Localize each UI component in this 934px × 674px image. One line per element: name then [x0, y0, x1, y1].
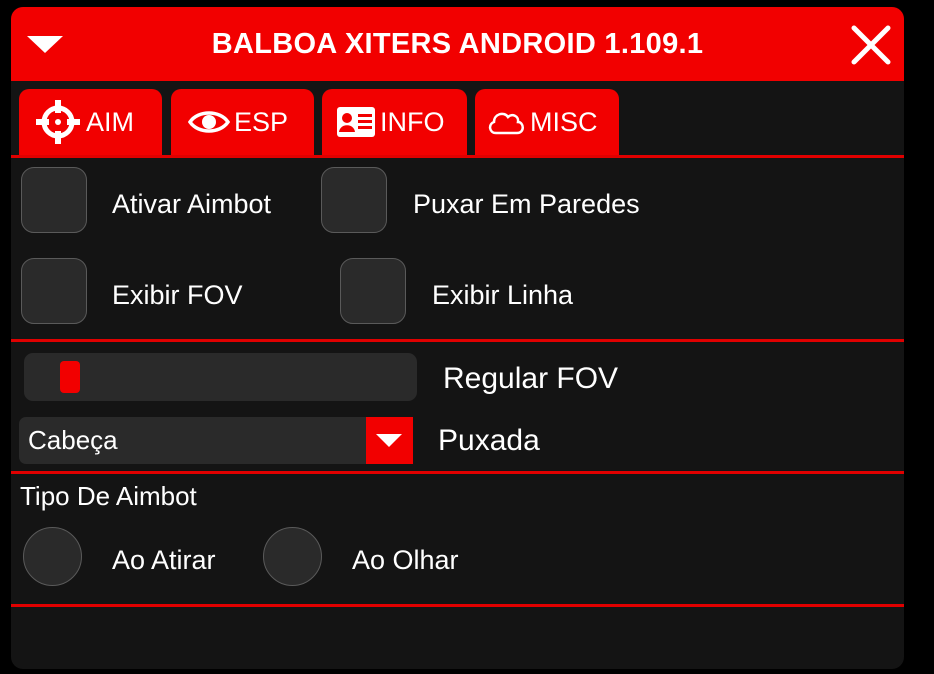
- tab-info[interactable]: INFO: [322, 89, 467, 155]
- title-bar: BALBOA XITERS ANDROID 1.109.1: [11, 7, 904, 81]
- show-fov-checkbox[interactable]: [21, 258, 87, 324]
- fov-slider[interactable]: [24, 353, 417, 401]
- tab-esp[interactable]: ESP: [171, 89, 314, 155]
- target-dropdown-label: Puxada: [438, 424, 540, 457]
- on-look-radio[interactable]: [263, 527, 322, 586]
- divider: [11, 471, 904, 474]
- fov-slider-thumb[interactable]: [60, 361, 80, 393]
- show-fov-label: Exibir FOV: [112, 280, 243, 310]
- divider: [11, 339, 904, 342]
- show-line-label: Exibir Linha: [432, 280, 574, 310]
- cloud-icon: [486, 107, 526, 137]
- divider: [11, 155, 904, 158]
- walls-checkbox[interactable]: [321, 167, 387, 233]
- target-dropdown-value: Cabeça: [28, 425, 118, 455]
- tab-info-label: INFO: [380, 106, 445, 137]
- tab-aim[interactable]: AIM: [19, 89, 162, 155]
- aimbot-checkbox[interactable]: [21, 167, 87, 233]
- dropdown-button[interactable]: [366, 417, 413, 464]
- close-icon[interactable]: [850, 24, 892, 66]
- walls-label: Puxar Em Paredes: [413, 189, 640, 219]
- mod-menu-panel: BALBOA XITERS ANDROID 1.109.1 AIM ESP IN…: [11, 7, 904, 669]
- aimbot-type-heading: Tipo De Aimbot: [20, 481, 197, 511]
- tab-misc[interactable]: MISC: [475, 89, 619, 155]
- show-line-checkbox[interactable]: [340, 258, 406, 324]
- target-dropdown[interactable]: Cabeça: [19, 417, 413, 464]
- window-title: BALBOA XITERS ANDROID 1.109.1: [211, 28, 704, 60]
- tab-misc-label: MISC: [530, 106, 598, 137]
- aimbot-label: Ativar Aimbot: [112, 189, 272, 219]
- id-card-icon: [336, 106, 376, 138]
- crosshair-icon: [34, 98, 82, 146]
- eye-icon: [188, 107, 230, 137]
- on-look-label: Ao Olhar: [352, 545, 459, 575]
- fov-slider-label: Regular FOV: [443, 362, 619, 395]
- divider: [11, 604, 904, 607]
- tab-esp-label: ESP: [234, 106, 289, 137]
- on-shoot-label: Ao Atirar: [112, 545, 216, 575]
- chevron-down-icon: [376, 434, 402, 447]
- on-shoot-radio[interactable]: [23, 527, 82, 586]
- tab-aim-label: AIM: [86, 106, 135, 137]
